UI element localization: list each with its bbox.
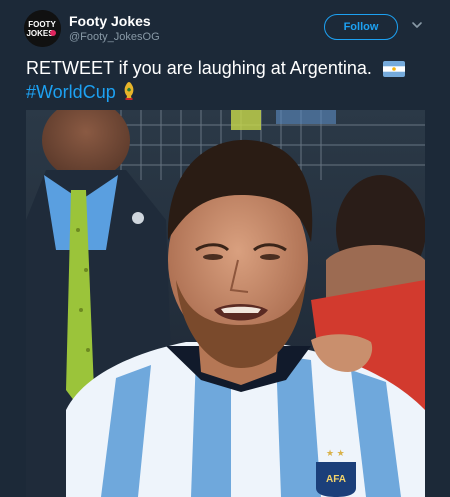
argentina-flag-icon xyxy=(382,61,405,77)
user-handle[interactable]: @Footy_JokesOG xyxy=(69,31,160,44)
photo-illustration: AFA ★ ★ xyxy=(26,110,425,497)
svg-text:★ ★: ★ ★ xyxy=(326,448,345,458)
tweet-body: RETWEET if you are laughing at Argentina… xyxy=(26,58,372,78)
tweet-text: RETWEET if you are laughing at Argentina… xyxy=(26,56,426,104)
svg-text:AFA: AFA xyxy=(326,474,346,485)
display-name[interactable]: Footy Jokes xyxy=(69,13,151,29)
chevron-down-icon[interactable] xyxy=(410,18,424,32)
hashtag-worldcup[interactable]: #WorldCup xyxy=(26,82,116,102)
tweet-header: FOOTY JOKES Footy Jokes @Footy_JokesOG F… xyxy=(0,0,450,52)
logo-text-top: FOOTY xyxy=(28,20,56,29)
world-cup-trophy-icon xyxy=(124,82,134,100)
follow-button[interactable]: Follow xyxy=(324,14,398,40)
tweet-card: FOOTY JOKES Footy Jokes @Footy_JokesOG F… xyxy=(0,0,450,497)
tweet-photo[interactable]: AFA ★ ★ xyxy=(26,110,425,497)
footy-jokes-logo: FOOTY JOKES xyxy=(24,10,61,47)
avatar[interactable]: FOOTY JOKES xyxy=(24,10,61,47)
